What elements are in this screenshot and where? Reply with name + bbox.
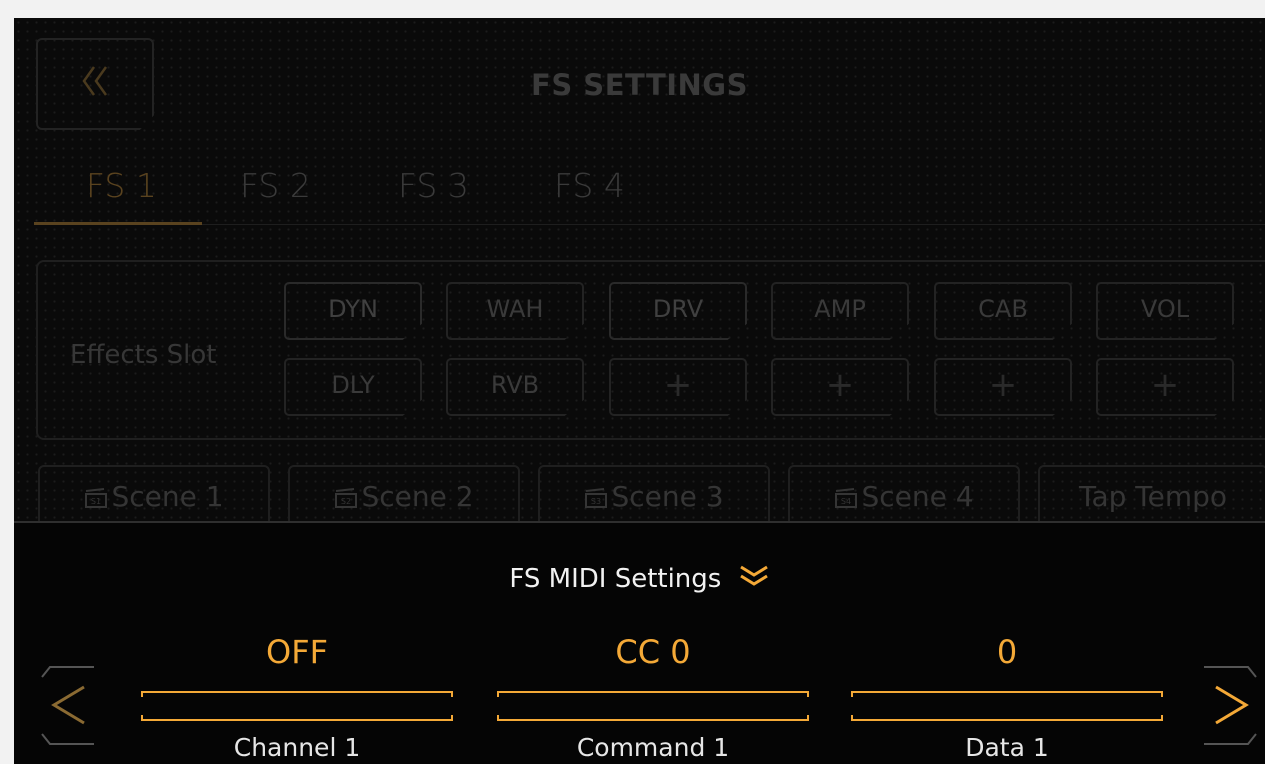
- tap-tempo-label: Tap Tempo: [1078, 480, 1228, 513]
- tab-fs1[interactable]: FS 1: [86, 166, 157, 205]
- next-page-button[interactable]: [1194, 663, 1265, 748]
- slot-add-2[interactable]: +: [771, 358, 909, 416]
- page-title: FS SETTINGS: [531, 68, 748, 102]
- chevron-right-icon: [1204, 666, 1257, 745]
- tab-active-indicator: [34, 222, 202, 225]
- scene-icon: S2: [334, 469, 358, 508]
- double-chevron-down-icon[interactable]: [738, 563, 770, 596]
- command-bar: [497, 691, 809, 721]
- slot-drv[interactable]: DRV: [609, 282, 747, 340]
- fs-settings-page: FS SETTINGS FS 1 FS 2 FS 3 FS 4 Effects …: [14, 18, 1265, 535]
- slot-amp[interactable]: AMP: [771, 282, 909, 340]
- scene-icon-label: S2: [341, 497, 351, 506]
- slot-dly[interactable]: DLY: [284, 358, 422, 416]
- data-label: Data 1: [965, 733, 1049, 762]
- tab-fs4[interactable]: FS 4: [554, 166, 625, 205]
- scene-1-label: Scene 1: [111, 480, 224, 513]
- scene-icon-label: S4: [841, 497, 851, 506]
- tab-fs3[interactable]: FS 3: [398, 166, 469, 205]
- midi-settings-header[interactable]: FS MIDI Settings: [14, 563, 1265, 596]
- slot-dyn[interactable]: DYN: [284, 282, 422, 340]
- channel-param[interactable]: OFF Channel 1: [138, 633, 456, 763]
- command-label: Command 1: [576, 733, 730, 762]
- midi-settings-title: FS MIDI Settings: [509, 564, 722, 594]
- scene-icon: S4: [834, 469, 858, 508]
- scene-4-label: Scene 4: [861, 480, 974, 513]
- fs-midi-settings-panel: FS MIDI Settings OFF Channel 1 CC 0 Comm…: [14, 521, 1265, 764]
- prev-page-button[interactable]: [32, 663, 104, 748]
- channel-bar: [141, 691, 453, 721]
- slot-add-4[interactable]: +: [1096, 358, 1234, 416]
- data-bar: [851, 691, 1163, 721]
- command-param[interactable]: CC 0 Command 1: [494, 633, 812, 763]
- channel-value: OFF: [266, 633, 328, 671]
- screen: FS SETTINGS FS 1 FS 2 FS 3 FS 4 Effects …: [14, 18, 1265, 764]
- channel-label: Channel 1: [233, 733, 361, 762]
- slot-vol[interactable]: VOL: [1096, 282, 1234, 340]
- tab-fs2[interactable]: FS 2: [240, 166, 311, 205]
- scene-icon: S1: [84, 469, 108, 508]
- slot-rvb[interactable]: RVB: [446, 358, 584, 416]
- scene-icon-label: S1: [91, 497, 101, 506]
- effects-slot-label: Effects Slot: [70, 340, 217, 370]
- tab-divider: [34, 224, 1265, 225]
- data-param[interactable]: 0 Data 1: [848, 633, 1166, 763]
- scene-icon-label: S3: [591, 497, 601, 506]
- chevron-left-icon: [41, 666, 94, 745]
- data-value: 0: [996, 633, 1018, 671]
- slot-add-3[interactable]: +: [934, 358, 1072, 416]
- scene-icon: S3: [584, 469, 608, 508]
- slot-wah[interactable]: WAH: [446, 282, 584, 340]
- slot-add-1[interactable]: +: [609, 358, 747, 416]
- slot-cab[interactable]: CAB: [934, 282, 1072, 340]
- scene-2-label: Scene 2: [361, 480, 474, 513]
- command-value: CC 0: [615, 633, 691, 671]
- scene-3-label: Scene 3: [611, 480, 724, 513]
